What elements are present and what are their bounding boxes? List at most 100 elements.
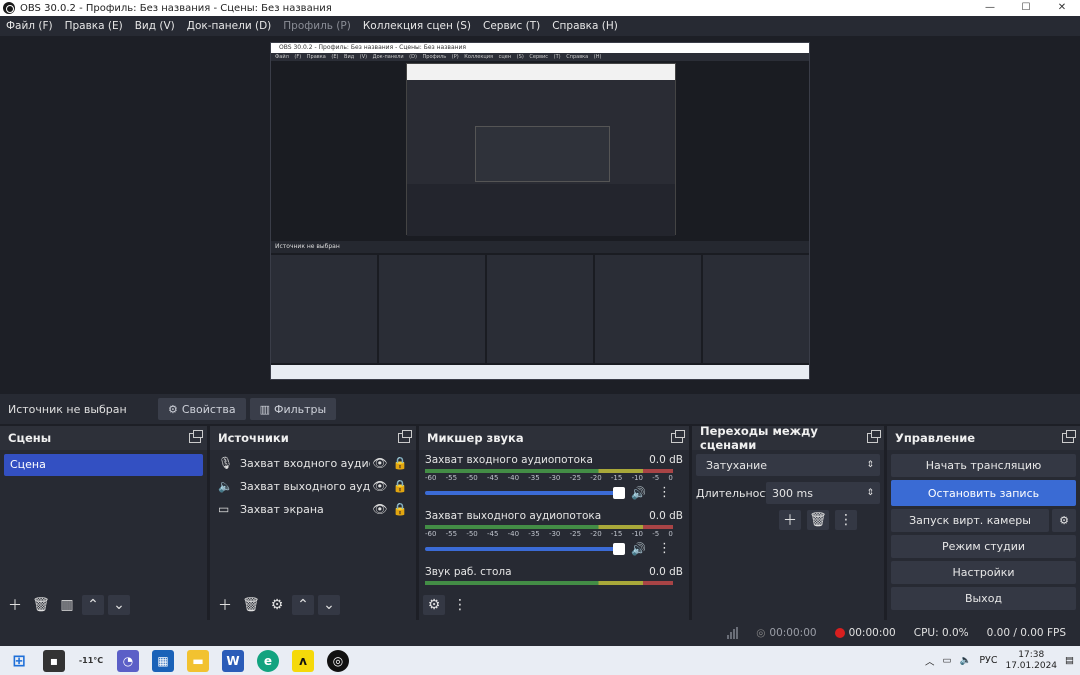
nested-taskbar xyxy=(271,365,809,379)
transition-menu-button[interactable]: ⋮ xyxy=(835,510,857,530)
undock-icon[interactable] xyxy=(671,430,685,443)
volume-slider[interactable] xyxy=(425,486,625,499)
menu-file[interactable]: Файл (F) xyxy=(6,20,53,32)
nested-menubar: Файл (F) Правка (E) Вид (V) Док-панели (… xyxy=(271,53,809,61)
remove-source-button[interactable]: 🗑 xyxy=(240,595,262,615)
eye-icon[interactable]: 👁 xyxy=(370,502,390,516)
lock-icon[interactable]: 🔒 xyxy=(390,456,410,470)
source-properties-button[interactable]: ⚙ xyxy=(266,595,288,615)
transition-select[interactable]: Затухание ⇕ xyxy=(696,454,880,476)
nested-docks xyxy=(271,255,809,363)
spin-arrows-icon[interactable]: ⇕ xyxy=(866,488,874,498)
eye-icon[interactable]: 👁 xyxy=(370,456,390,470)
mixer-channel: Захват выходного аудиопотока 0.0 dB -60 -5… xyxy=(419,506,689,562)
chat-icon[interactable]: ◔ xyxy=(117,649,139,672)
mixer-dock: Микшер звука Захват входного аудиопотока… xyxy=(419,426,689,620)
scene-item[interactable]: Сцена xyxy=(4,454,203,476)
source-label: Захват входного аудиопот xyxy=(240,456,370,470)
chevron-updown-icon: ⇕ xyxy=(866,460,874,470)
slider-handle[interactable] xyxy=(613,542,625,555)
edge-icon[interactable]: e xyxy=(257,649,279,672)
start-stream-button[interactable]: Начать трансляцию xyxy=(891,454,1076,477)
menu-view[interactable]: Вид (V) xyxy=(135,20,175,32)
preview-area[interactable]: OBS 30.0.2 - Профиль: Без названия - Сце… xyxy=(0,36,1080,394)
source-row[interactable]: 🎙 Захват входного аудиопот 👁 🔒 xyxy=(210,452,416,474)
stop-recording-button[interactable]: Остановить запись xyxy=(891,480,1076,506)
remove-transition-button[interactable]: 🗑 xyxy=(807,510,829,530)
undock-icon[interactable] xyxy=(866,430,882,443)
more-options-icon[interactable]: ⋮ xyxy=(658,541,671,556)
maximize-button[interactable]: ☐ xyxy=(1008,0,1044,16)
more-options-icon[interactable]: ⋮ xyxy=(658,485,671,500)
task-view-icon[interactable]: ▪ xyxy=(43,649,65,672)
add-source-button[interactable]: ＋ xyxy=(214,595,236,615)
menu-tools[interactable]: Сервис (T) xyxy=(483,20,540,32)
mixer-menu-button[interactable]: ⋮ xyxy=(449,595,471,615)
volume-icon[interactable]: 🔈 xyxy=(959,655,971,666)
language-indicator[interactable]: РУС xyxy=(979,655,997,666)
menu-docks[interactable]: Док-панели (D) xyxy=(187,20,272,32)
studio-mode-button[interactable]: Режим студии xyxy=(891,535,1076,558)
mixer-settings-button[interactable]: ⚙ xyxy=(423,595,445,615)
move-down-button[interactable]: ⌄ xyxy=(108,595,130,615)
monitor-icon: ▭ xyxy=(218,502,230,516)
source-row[interactable]: ▭ Захват экрана 👁 🔒 xyxy=(210,498,416,520)
undock-icon[interactable] xyxy=(189,430,203,443)
source-label: Захват экрана xyxy=(240,502,324,516)
channel-db: 0.0 dB xyxy=(649,566,683,578)
weather-widget[interactable]: -11°C xyxy=(78,650,104,672)
duration-label: Длительность xyxy=(696,486,779,500)
transitions-title: Переходы между сценами xyxy=(700,424,818,452)
temperature-label: -11°C xyxy=(78,656,104,665)
settings-button[interactable]: Настройки xyxy=(891,561,1076,584)
system-tray: ︿ ▭ 🔈 РУС 17:38 17.01.2024 ▤ xyxy=(925,646,1074,675)
move-up-button[interactable]: ⌃ xyxy=(82,595,104,615)
virtual-camera-settings-gear-icon[interactable]: ⚙ xyxy=(1052,509,1076,532)
start-menu-icon[interactable]: ⊞ xyxy=(8,650,30,672)
file-explorer-icon[interactable]: ▬ xyxy=(187,649,209,672)
add-transition-button[interactable]: ＋ xyxy=(779,510,801,530)
eye-icon[interactable]: 👁 xyxy=(370,479,390,493)
duration-value: 300 ms xyxy=(772,486,813,500)
exit-button[interactable]: Выход xyxy=(891,587,1076,610)
channel-name: Захват входного аудиопотока xyxy=(425,454,593,466)
app-icon[interactable]: ʌ xyxy=(292,649,314,672)
menu-scene-collection[interactable]: Коллекция сцен (S) xyxy=(363,20,471,32)
notification-icon[interactable]: ▤ xyxy=(1065,655,1074,666)
menu-help[interactable]: Справка (H) xyxy=(552,20,618,32)
chevron-up-icon[interactable]: ︿ xyxy=(925,654,935,668)
remove-scene-button[interactable]: 🗑 xyxy=(30,595,52,615)
slider-handle[interactable] xyxy=(613,486,625,499)
move-up-button[interactable]: ⌃ xyxy=(292,595,314,615)
virtual-camera-button[interactable]: Запуск вирт. камеры xyxy=(891,509,1049,532)
lock-icon[interactable]: 🔒 xyxy=(390,479,410,493)
close-button[interactable]: ✕ xyxy=(1044,0,1080,16)
nested-recursive-preview xyxy=(406,63,676,236)
properties-button[interactable]: ⚙ Свойства xyxy=(158,398,246,420)
move-down-button[interactable]: ⌄ xyxy=(318,595,340,615)
undock-icon[interactable] xyxy=(398,430,412,443)
duration-spinbox[interactable]: 300 ms ⇕ xyxy=(766,482,880,504)
volume-icon[interactable]: 🔊 xyxy=(631,486,646,500)
obs-taskbar-icon[interactable]: ◎ xyxy=(327,649,349,672)
network-icon[interactable]: ▭ xyxy=(943,655,952,666)
sources-title: Источники xyxy=(218,431,289,445)
signal-bars-icon xyxy=(727,627,739,639)
volume-icon[interactable]: 🔊 xyxy=(631,542,646,556)
lock-icon[interactable]: 🔒 xyxy=(390,502,410,516)
undock-icon[interactable] xyxy=(1062,430,1076,443)
menu-edit[interactable]: Правка (E) xyxy=(65,20,123,32)
menu-profile[interactable]: Профиль (P) xyxy=(283,20,351,32)
stream-time: 00:00:00 xyxy=(769,627,817,639)
scene-filters-button[interactable]: ▥ xyxy=(56,595,78,615)
word-icon[interactable]: W xyxy=(222,649,244,672)
minimize-button[interactable]: — xyxy=(972,0,1008,16)
mixer-title: Микшер звука xyxy=(427,431,524,445)
sources-dock: Источники 🎙 Захват входного аудиопот 👁 🔒… xyxy=(210,426,416,620)
filters-button[interactable]: ▥ Фильтры xyxy=(249,398,337,420)
clock[interactable]: 17:38 17.01.2024 xyxy=(1005,650,1057,672)
source-row[interactable]: 🔈 Захват выходного аудиопо 👁 🔒 xyxy=(210,475,416,497)
add-scene-button[interactable]: ＋ xyxy=(4,595,26,615)
volume-slider[interactable] xyxy=(425,542,625,555)
store-icon[interactable]: ▦ xyxy=(152,649,174,672)
